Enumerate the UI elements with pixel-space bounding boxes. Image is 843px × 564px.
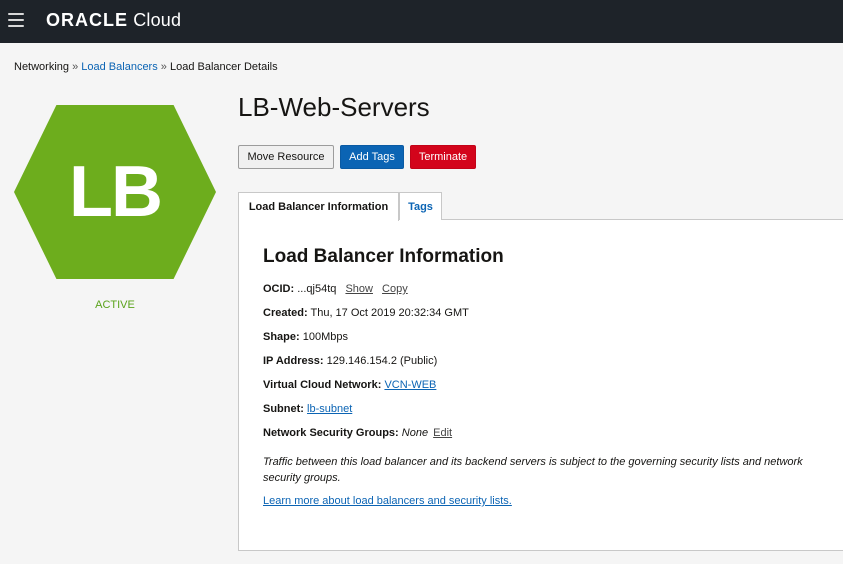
- logo-oracle-text: ORACLE: [46, 10, 128, 30]
- nsg-value: None: [401, 427, 429, 439]
- breadcrumb: Networking » Load Balancers » Load Balan…: [14, 61, 278, 73]
- subnet-link[interactable]: lb-subnet: [307, 403, 352, 415]
- breadcrumb-load-balancers-link[interactable]: Load Balancers: [81, 61, 157, 73]
- tab-tags[interactable]: Tags: [399, 192, 442, 220]
- vcn-label: Virtual Cloud Network:: [263, 379, 382, 391]
- hexagon-label: LB: [69, 152, 163, 232]
- resource-hexagon-icon: LB: [14, 105, 216, 279]
- vcn-link[interactable]: VCN-WEB: [384, 379, 436, 391]
- vcn-row: Virtual Cloud Network: VCN-WEB: [263, 379, 436, 391]
- info-panel: Load Balancer Information OCID: ...qj54t…: [238, 219, 843, 551]
- terminate-button[interactable]: Terminate: [410, 145, 476, 169]
- nsg-edit-link[interactable]: Edit: [433, 427, 452, 439]
- panel-heading: Load Balancer Information: [263, 246, 504, 267]
- move-resource-button[interactable]: Move Resource: [238, 145, 334, 169]
- nsg-row: Network Security Groups: None Edit: [263, 427, 452, 439]
- created-label: Created:: [263, 307, 308, 319]
- subnet-row: Subnet: lb-subnet: [263, 403, 352, 415]
- nsg-label: Network Security Groups:: [263, 427, 399, 439]
- ocid-copy-link[interactable]: Copy: [382, 283, 408, 295]
- top-bar: ORACLE Cloud: [0, 0, 843, 43]
- subnet-label: Subnet:: [263, 403, 304, 415]
- shape-value: 100Mbps: [302, 331, 349, 343]
- status-badge: ACTIVE: [95, 299, 135, 311]
- breadcrumb-networking: Networking: [14, 61, 70, 73]
- breadcrumb-separator: »: [72, 61, 79, 73]
- created-row: Created: Thu, 17 Oct 2019 20:32:34 GMT: [263, 307, 469, 319]
- ocid-label: OCID:: [263, 283, 295, 295]
- shape-row: Shape: 100Mbps: [263, 331, 348, 343]
- learn-more-link[interactable]: Learn more about load balancers and secu…: [263, 495, 512, 507]
- created-value: Thu, 17 Oct 2019 20:32:34 GMT: [310, 307, 469, 319]
- ip-address-value: 129.146.154.2 (Public): [326, 355, 438, 367]
- page-title: LB-Web-Servers: [238, 92, 430, 122]
- tab-load-balancer-information[interactable]: Load Balancer Information: [238, 192, 399, 221]
- oracle-cloud-logo[interactable]: ORACLE Cloud: [46, 10, 181, 31]
- breadcrumb-current: Load Balancer Details: [169, 61, 278, 73]
- ip-address-row: IP Address: 129.146.154.2 (Public): [263, 355, 437, 367]
- security-note: Traffic between this load balancer and i…: [263, 456, 803, 484]
- add-tags-button[interactable]: Add Tags: [340, 145, 404, 169]
- hamburger-menu-icon[interactable]: [8, 13, 24, 27]
- ocid-value: ...qj54tq: [297, 283, 337, 295]
- ocid-row: OCID: ...qj54tq Show Copy: [263, 283, 408, 295]
- ip-address-label: IP Address:: [263, 355, 324, 367]
- logo-cloud-text: Cloud: [133, 10, 182, 30]
- shape-label: Shape:: [263, 331, 300, 343]
- ocid-show-link[interactable]: Show: [345, 283, 373, 295]
- breadcrumb-separator: »: [160, 61, 167, 73]
